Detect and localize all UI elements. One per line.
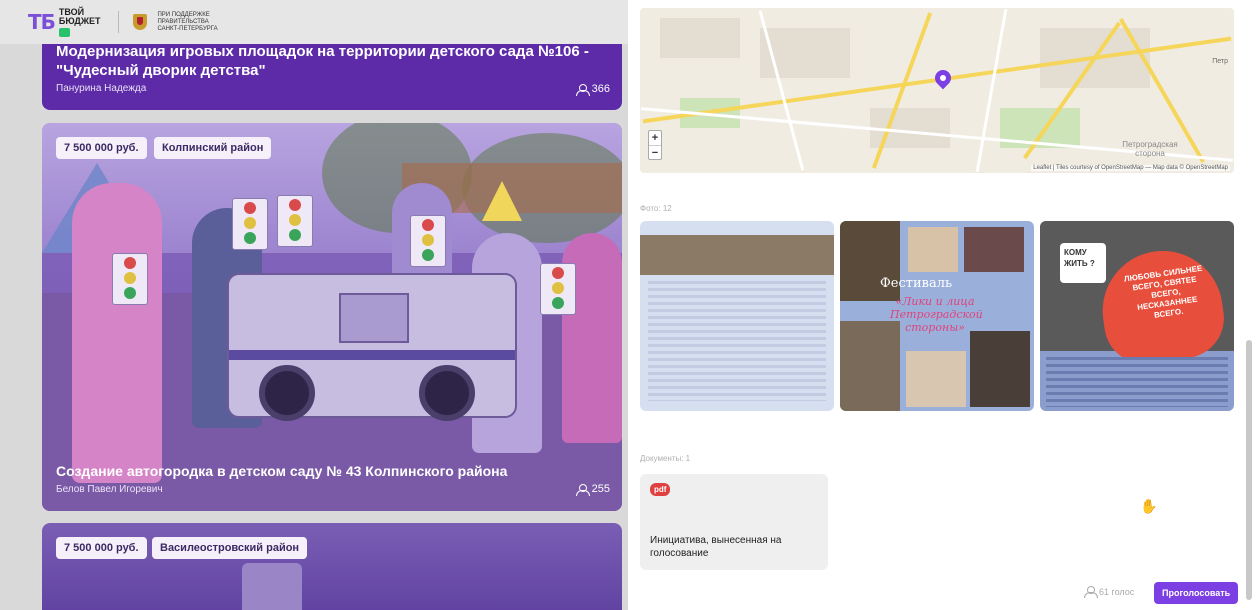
traffic-light-card	[540, 263, 576, 315]
hand-cursor-icon: ✋	[1140, 498, 1158, 514]
documents-count-label: Документы: 1	[640, 454, 691, 463]
logo[interactable]: ТБ ТВОЙ БЮДЖЕТ	[28, 7, 101, 37]
photo-text-block	[648, 281, 826, 401]
zoom-control: + −	[648, 130, 662, 160]
project-title: Модернизация игровых площадок на террито…	[56, 43, 589, 79]
project-card[interactable]: 7 500 000 руб. Василеостровский район	[42, 523, 622, 610]
traffic-light-card	[232, 198, 268, 250]
bus-wheel	[259, 365, 315, 421]
photo-thumbnail[interactable]	[640, 221, 834, 411]
support-line-2: ПРАВИТЕЛЬСТВА	[157, 18, 209, 25]
scrollbar[interactable]	[1246, 340, 1252, 600]
vote-count-text: 61 голос	[1099, 586, 1135, 597]
logo-mark: ТБ	[28, 10, 56, 34]
map-block	[760, 28, 850, 78]
project-votes: 366	[575, 83, 610, 96]
coat-of-arms-icon	[133, 14, 148, 30]
document-title: Инициатива, вынесенная на голосование	[650, 535, 782, 559]
photo-portrait	[906, 351, 966, 407]
bus-window	[339, 293, 409, 343]
logo-line-2: БЮДЖЕТ	[58, 15, 101, 26]
photo-text-block	[1046, 357, 1228, 407]
photo-portrait	[908, 227, 958, 272]
voters-icon	[575, 483, 590, 496]
traffic-light-card	[112, 253, 148, 305]
government-support-text: ПРИ ПОДДЕРЖКЕ ПРАВИТЕЛЬСТВА САНКТ-ПЕТЕРБ…	[157, 12, 217, 33]
support-line-3: САНКТ-ПЕТЕРБУРГА	[157, 25, 218, 32]
logo-badge	[58, 27, 71, 37]
traffic-light-card	[277, 195, 313, 247]
price-tag: 7 500 000 руб.	[56, 537, 147, 559]
project-author: Панурина Надежда	[56, 83, 147, 94]
document-card[interactable]: pdf Инициатива, вынесенная на голосовани…	[640, 474, 828, 570]
pdf-badge: pdf	[650, 483, 671, 496]
cardboard-bus	[227, 273, 517, 421]
district-tag: Василеостровский район	[152, 537, 308, 559]
voters-icon	[575, 83, 590, 96]
photo-thumbnail[interactable]: КОМУ ЖИТЬ ? ЛЮБОВЬ СИЛЬНЕЕ ВСЕГО, СВЯТЕЕ…	[1040, 221, 1234, 411]
project-card[interactable]: 7 500 000 руб. Колпинский район Создание…	[42, 123, 622, 511]
location-map[interactable]: Петр Петроградская сторона + − Leaflet |…	[640, 8, 1234, 173]
photo-sign: КОМУ ЖИТЬ ?	[1060, 243, 1106, 283]
map-block	[660, 18, 740, 58]
project-author: Белов Павел Игоревич	[56, 484, 163, 495]
location-pin-icon[interactable]	[931, 66, 955, 90]
photo-portrait	[964, 227, 1024, 272]
price-tag: 7 500 000 руб.	[56, 137, 147, 159]
photo-portrait	[970, 331, 1030, 407]
child	[72, 183, 162, 483]
photos-count-label: Фото: 12	[640, 204, 672, 213]
zoom-out-button[interactable]: −	[649, 145, 661, 159]
voters-icon	[1084, 586, 1098, 598]
photo-portrait	[840, 321, 900, 411]
photo-thumbnail[interactable]: Фестиваль «Лики и лица Петроградской сто…	[840, 221, 1034, 411]
support-line-1: ПРИ ПОДДЕРЖКЕ	[157, 11, 210, 18]
vote-button[interactable]: Проголосовать	[1154, 582, 1239, 604]
projects-list-pane: Модернизация игровых площадок на террито…	[0, 0, 628, 610]
district-tag: Колпинский район	[154, 137, 272, 159]
zoom-in-button[interactable]: +	[649, 131, 661, 145]
vote-count: 61 голос	[1084, 586, 1135, 598]
map-attribution[interactable]: Leaflet | Tiles courtesy of OpenStreetMa…	[1031, 165, 1230, 171]
traffic-light-card	[410, 215, 446, 267]
header-divider	[118, 11, 120, 33]
map-label: Петроградская сторона	[1122, 140, 1178, 158]
votes-count: 255	[591, 483, 610, 495]
project-detail-pane: Петр Петроградская сторона + − Leaflet |…	[628, 0, 1256, 610]
photo-collage-strip	[640, 235, 834, 275]
project-title: Создание автогородка в детском саду № 43…	[56, 463, 508, 479]
votes-count: 366	[591, 83, 610, 95]
festival-title: Фестиваль	[880, 276, 953, 291]
bus-stripe	[229, 350, 515, 360]
festival-subtitle: «Лики и лица Петроградской стороны»	[890, 295, 983, 334]
project-votes: 255	[575, 483, 610, 496]
photo-object	[242, 563, 302, 610]
map-label: Петр	[1212, 58, 1228, 65]
site-header: ТБ ТВОЙ БЮДЖЕТ ПРИ ПОДДЕРЖКЕ ПРАВИТЕЛЬСТ…	[0, 0, 628, 44]
bus-wheel	[419, 365, 475, 421]
